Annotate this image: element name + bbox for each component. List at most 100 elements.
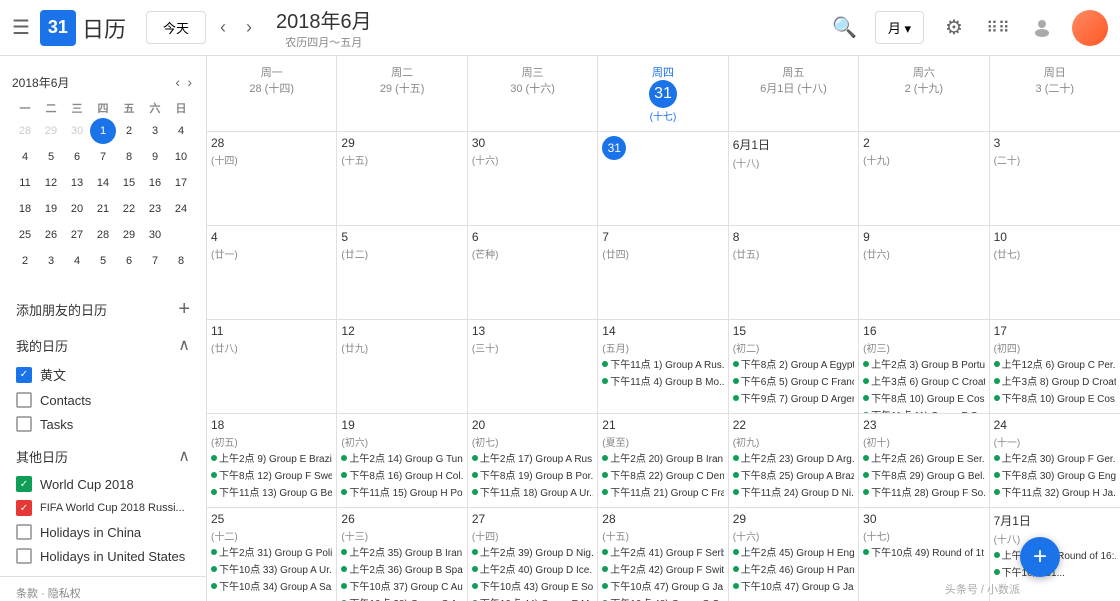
mini-cal-today[interactable]: 1 bbox=[90, 118, 116, 144]
event[interactable]: 上午12点 6) Group C Per... bbox=[994, 355, 1116, 372]
calendar-item-contacts[interactable]: Contacts bbox=[0, 388, 206, 412]
day-cell-jun24[interactable]: 24(十一) 上午2点 30) Group F Ger... 下午8点 30) … bbox=[990, 414, 1120, 507]
event[interactable]: 上午2点 42) Group F Swit... bbox=[602, 560, 723, 577]
event[interactable]: 上午2点 39) Group D Nig... bbox=[472, 543, 593, 560]
event[interactable]: 上午3点 8) Group D Croat... bbox=[994, 372, 1116, 389]
day-cell-jun27[interactable]: 27(十四) 上午2点 39) Group D Nig... 上午2点 40) … bbox=[468, 508, 598, 601]
calendar-item-holidays-us[interactable]: Holidays in United States bbox=[0, 544, 206, 568]
view-selector[interactable]: 月 ▾ bbox=[875, 11, 924, 44]
event[interactable]: 下午8点 22) Group C Den... bbox=[602, 466, 723, 483]
event[interactable]: 上午2点 36) Group B Spa... bbox=[341, 560, 462, 577]
day-cell-jun28[interactable]: 28(十五) 上午2点 41) Group F Serb... 上午2点 42)… bbox=[598, 508, 728, 601]
event[interactable]: 上午2点 46) Group H Pan... bbox=[733, 560, 854, 577]
day-cell-jun17[interactable]: 17(初四) 上午12点 6) Group C Per... 上午3点 8) G… bbox=[990, 320, 1120, 413]
event[interactable]: 下午9点 7) Group D Arger... bbox=[733, 389, 854, 406]
day-cell-jun6[interactable]: 6(芒种) bbox=[468, 226, 598, 319]
event[interactable]: 上午2点 23) Group D Arg... bbox=[733, 449, 854, 466]
event[interactable]: 下午8点 10) Group E Cos... bbox=[863, 389, 984, 406]
day-cell-jun5[interactable]: 5(廿二) bbox=[337, 226, 467, 319]
event[interactable]: 上午2点 20) Group B Iran... bbox=[602, 449, 723, 466]
day-cell-may30[interactable]: 30(十六) bbox=[468, 132, 598, 225]
mini-cal-day[interactable]: 7 bbox=[142, 248, 168, 274]
day-cell-jun13[interactable]: 13(三十) bbox=[468, 320, 598, 413]
holidays-us-checkbox[interactable] bbox=[16, 548, 32, 564]
calendar-item-holidays-china[interactable]: Holidays in China bbox=[0, 520, 206, 544]
apps-icon[interactable]: ⠿⠿ bbox=[984, 14, 1012, 42]
mini-cal-day[interactable]: 27 bbox=[64, 222, 90, 248]
account-icon[interactable] bbox=[1028, 14, 1056, 42]
holidays-china-checkbox[interactable] bbox=[16, 524, 32, 540]
next-button[interactable]: › bbox=[240, 13, 258, 42]
mini-cal-day[interactable]: 24 bbox=[168, 196, 194, 222]
event[interactable]: 下午11点 4) Group B Mo... bbox=[602, 372, 723, 389]
mini-cal-day[interactable] bbox=[168, 222, 194, 248]
mini-cal-day[interactable]: 3 bbox=[142, 118, 168, 144]
event[interactable]: 下午11点 18) Group A Ur... bbox=[472, 483, 593, 500]
day-cell-jun12[interactable]: 12(廿九) bbox=[337, 320, 467, 413]
mini-cal-day[interactable]: 4 bbox=[12, 144, 38, 170]
my-calendar-toggle[interactable]: ∧ bbox=[178, 335, 190, 355]
day-cell-jun25[interactable]: 25(十二) 上午2点 31) Group G Poli... 下午10点 33… bbox=[207, 508, 337, 601]
mini-cal-day[interactable]: 11 bbox=[12, 170, 38, 196]
add-friend-section[interactable]: 添加朋友的日历 + bbox=[0, 290, 206, 329]
day-cell-may29[interactable]: 29(十五) bbox=[337, 132, 467, 225]
event[interactable]: 下午11点 21) Group C Fra... bbox=[602, 483, 723, 500]
mini-cal-day[interactable]: 17 bbox=[168, 170, 194, 196]
event[interactable]: 下午10点 47) Group G Ja... bbox=[733, 577, 854, 594]
event[interactable]: 上午2点 26) Group E Ser... bbox=[863, 449, 984, 466]
event[interactable]: 上午2点 41) Group F Serb... bbox=[602, 543, 723, 560]
event[interactable]: 下午10点 48) Group G Se... bbox=[602, 594, 723, 601]
event[interactable]: 下午11点 24) Group D Ni... bbox=[733, 483, 854, 500]
my-calendar-header[interactable]: 我的日历 ∧ bbox=[0, 329, 206, 361]
day-cell-jun21[interactable]: 21(夏至) 上午2点 20) Group B Iran... 下午8点 22)… bbox=[598, 414, 728, 507]
day-cell-jun23[interactable]: 23(初十) 上午2点 26) Group E Ser... 下午8点 29) … bbox=[859, 414, 989, 507]
event[interactable]: 下午10点 38) Group C Au... bbox=[341, 594, 462, 601]
day-cell-jun14[interactable]: 14(五月) 下午11点 1) Group A Rus... 下午11点 4) … bbox=[598, 320, 728, 413]
mini-cal-day[interactable]: 29 bbox=[38, 118, 64, 144]
day-cell-jun10[interactable]: 10(廿七) bbox=[990, 226, 1120, 319]
menu-icon[interactable]: ☰ bbox=[12, 15, 30, 40]
event[interactable]: 下午8点 29) Group G Bel... bbox=[863, 466, 984, 483]
mini-cal-day[interactable]: 14 bbox=[90, 170, 116, 196]
day-cell-jun2[interactable]: 2(十九) bbox=[859, 132, 989, 225]
mini-cal-day[interactable]: 10 bbox=[168, 144, 194, 170]
event[interactable]: 下午10点 37) Group C Au... bbox=[341, 577, 462, 594]
mini-cal-day[interactable]: 28 bbox=[12, 118, 38, 144]
mini-cal-day[interactable]: 4 bbox=[168, 118, 194, 144]
mini-cal-day[interactable]: 12 bbox=[38, 170, 64, 196]
event[interactable]: 下午10点 44) Group E Me... bbox=[472, 594, 593, 601]
today-button[interactable]: 今天 bbox=[146, 11, 206, 44]
mini-cal-day[interactable]: 8 bbox=[116, 144, 142, 170]
event[interactable]: 下午8点 16) Group H Col... bbox=[341, 466, 462, 483]
calendar-item-fifa[interactable]: ✓ FIFA World Cup 2018 Russi... bbox=[0, 496, 206, 520]
event[interactable]: 下午11点 15) Group H Po... bbox=[341, 483, 462, 500]
fab-add[interactable]: + bbox=[1020, 537, 1060, 577]
day-cell-jun3[interactable]: 3(二十) bbox=[990, 132, 1120, 225]
mini-cal-day[interactable]: 26 bbox=[38, 222, 64, 248]
mini-cal-day[interactable]: 6 bbox=[64, 144, 90, 170]
other-calendar-header[interactable]: 其他日历 ∧ bbox=[0, 440, 206, 472]
mini-cal-day[interactable]: 4 bbox=[64, 248, 90, 274]
mini-cal-day[interactable]: 7 bbox=[90, 144, 116, 170]
event[interactable]: 下午11点 1) Group A Rus... bbox=[602, 355, 723, 372]
day-cell-may28[interactable]: 28(十四) bbox=[207, 132, 337, 225]
day-cell-jun22[interactable]: 22(初九) 上午2点 23) Group D Arg... 下午8点 25) … bbox=[729, 414, 859, 507]
tasks-checkbox[interactable] bbox=[16, 416, 32, 432]
mini-cal-day[interactable]: 19 bbox=[38, 196, 64, 222]
event[interactable]: 下午6点 5) Group C Franc... bbox=[733, 372, 854, 389]
event[interactable]: 上午3点 6) Group C Croat... bbox=[863, 372, 984, 389]
mini-cal-day[interactable]: 21 bbox=[90, 196, 116, 222]
day-cell-jun20[interactable]: 20(初七) 上午2点 17) Group A Rus... 下午8点 19) … bbox=[468, 414, 598, 507]
event[interactable]: 下午8点 12) Group F Swe... bbox=[211, 466, 332, 483]
mini-cal-day[interactable]: 29 bbox=[116, 222, 142, 248]
mini-cal-day[interactable]: 5 bbox=[90, 248, 116, 274]
event[interactable]: 下午11点 32) Group H Ja... bbox=[994, 483, 1116, 500]
day-cell-jun9[interactable]: 9(廿六) bbox=[859, 226, 989, 319]
event[interactable]: 下午8点 2) Group A Egypt... bbox=[733, 355, 854, 372]
day-cell-jun19[interactable]: 19(初六) 上午2点 14) Group G Tun... 下午8点 16) … bbox=[337, 414, 467, 507]
day-cell-jun26[interactable]: 26(十三) 上午2点 35) Group B Iran... 上午2点 36)… bbox=[337, 508, 467, 601]
event[interactable]: 上午2点 45) Group H Eng... bbox=[733, 543, 854, 560]
mini-cal-day[interactable]: 9 bbox=[142, 144, 168, 170]
event[interactable]: 下午10点 43) Group E So... bbox=[472, 577, 593, 594]
event[interactable]: 下午10点 33) Group A Ur... bbox=[211, 560, 332, 577]
